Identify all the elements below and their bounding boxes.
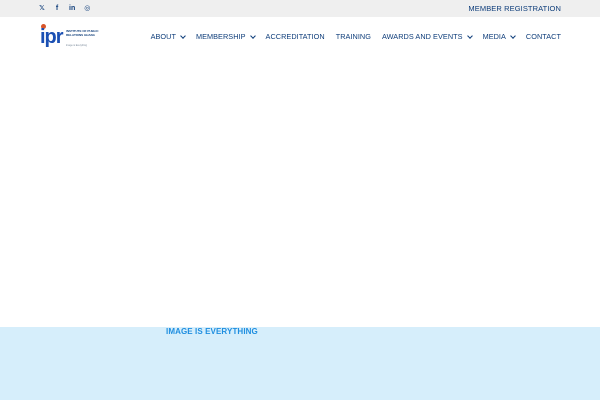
- site-header: ipr INSTITUTE OF PUBLIC RELATIONS GHANA …: [0, 17, 600, 57]
- nav-item-media[interactable]: MEDIA: [482, 32, 516, 41]
- nav-label: ACCREDITATION: [265, 32, 325, 41]
- nav-item-awards-and-events[interactable]: AWARDS AND EVENTS: [381, 32, 473, 41]
- chevron-down-icon: [249, 32, 256, 39]
- top-bar: 𝕏 f in ◎ MEMBER REGISTRATION: [0, 0, 600, 17]
- linkedin-icon[interactable]: in: [69, 4, 75, 13]
- nav-label: ABOUT: [150, 32, 176, 41]
- member-registration-link[interactable]: MEMBER REGISTRATION: [468, 4, 561, 13]
- chevron-down-icon: [466, 32, 473, 39]
- site-logo[interactable]: ipr INSTITUTE OF PUBLIC RELATIONS GHANA …: [40, 24, 110, 50]
- hero-area: [0, 57, 600, 327]
- logo-text: INSTITUTE OF PUBLIC RELATIONS GHANA: [66, 29, 99, 37]
- social-links: 𝕏 f in ◎: [39, 4, 90, 13]
- facebook-icon[interactable]: f: [54, 4, 60, 13]
- twitter-icon[interactable]: 𝕏: [39, 4, 45, 13]
- nav-label: MEMBERSHIP: [195, 32, 246, 41]
- tagline-band: IMAGE IS EVERYTHING: [0, 327, 600, 400]
- main-nav: ABOUT MEMBERSHIP ACCREDITATION TRAINING …: [140, 32, 561, 41]
- chevron-down-icon: [180, 32, 186, 39]
- logo-mark: ipr: [40, 26, 64, 48]
- nav-label: AWARDS AND EVENTS: [381, 32, 463, 41]
- tagline-heading: IMAGE IS EVERYTHING: [166, 327, 258, 336]
- nav-label: CONTACT: [525, 32, 561, 41]
- nav-label: TRAINING: [335, 32, 371, 41]
- nav-item-contact[interactable]: CONTACT: [526, 32, 561, 41]
- nav-item-about[interactable]: ABOUT: [150, 32, 186, 41]
- logo-subtext: Image is Everything: [66, 44, 87, 47]
- nav-label: MEDIA: [482, 32, 506, 41]
- nav-item-accreditation[interactable]: ACCREDITATION: [266, 32, 325, 41]
- nav-item-membership[interactable]: MEMBERSHIP: [195, 32, 256, 41]
- chevron-down-icon: [510, 32, 516, 39]
- nav-item-training[interactable]: TRAINING: [336, 32, 371, 41]
- instagram-icon[interactable]: ◎: [84, 4, 90, 13]
